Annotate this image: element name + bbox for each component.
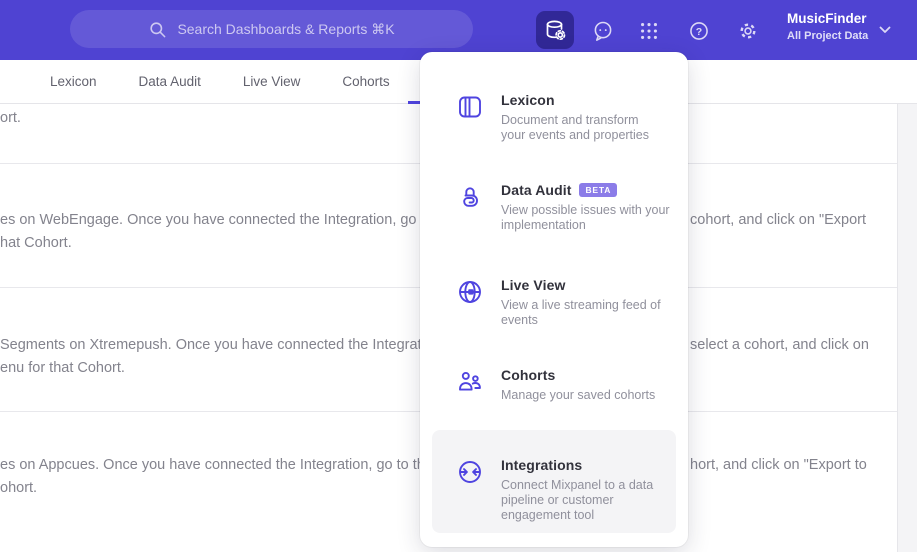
apps-grid-button[interactable] (638, 20, 660, 42)
data-management-icon (546, 20, 566, 41)
menu-item-description: Connect Mixpanel to a data pipeline or c… (501, 478, 654, 522)
row-text: ort. (0, 110, 21, 126)
menu-item-title: Cohorts (501, 367, 556, 383)
top-bar: Search Dashboards & Reports ⌘K ? MusicFi… (0, 0, 917, 60)
menu-item-title: Data Audit (501, 182, 572, 198)
menu-item-description: Document and transform your events and p… (501, 113, 650, 142)
svg-text:?: ? (696, 26, 702, 38)
data-management-button[interactable] (536, 11, 574, 49)
tab-data-audit[interactable]: Data Audit (139, 74, 201, 89)
search-input[interactable]: Search Dashboards & Reports ⌘K (70, 10, 473, 48)
menu-item-integrations[interactable]: Integrations Connect Mixpanel to a data … (420, 457, 688, 523)
menu-item-lexicon[interactable]: Lexicon Document and transform your even… (420, 92, 688, 143)
project-scope: All Project Data (787, 29, 869, 42)
tab-lexicon[interactable]: Lexicon (50, 74, 97, 89)
row-text: Segments on Xtremepush. Once you have co… (0, 337, 445, 376)
row-text: es on WebEngage. Once you have connected… (0, 212, 457, 251)
row-text: es on Appcues. Once you have connected t… (0, 457, 449, 496)
menu-item-description: View possible issues with your implement… (501, 203, 670, 232)
lexicon-book-icon (456, 93, 484, 121)
integrations-sync-icon (456, 458, 484, 486)
menu-item-title: Integrations (501, 457, 583, 473)
tab-live-view[interactable]: Live View (243, 74, 301, 89)
project-name: MusicFinder (787, 11, 867, 26)
menu-item-title: Live View (501, 277, 566, 293)
feedback-button[interactable] (592, 20, 614, 42)
settings-button[interactable] (737, 20, 759, 42)
menu-item-description: View a live streaming feed of events (501, 298, 661, 327)
apps-grid-icon (641, 23, 657, 39)
page-gutter (897, 104, 917, 552)
chevron-down-icon[interactable] (879, 26, 891, 34)
menu-item-data-audit[interactable]: Data Audit BETA View possible issues wit… (420, 182, 688, 233)
cohorts-people-icon (456, 368, 484, 396)
row-text-fragment: select a cohort, and click on (690, 337, 869, 353)
row-text-fragment: cohort, and click on "Export (690, 212, 867, 228)
live-view-globe-icon (456, 278, 484, 306)
project-switcher[interactable]: MusicFinder All Project Data (787, 11, 868, 44)
beta-badge: BETA (579, 183, 618, 197)
menu-item-title: Lexicon (501, 92, 555, 108)
settings-icon (740, 23, 756, 39)
tab-cohorts[interactable]: Cohorts (342, 74, 389, 89)
data-management-dropdown: Lexicon Document and transform your even… (420, 52, 688, 547)
search-placeholder: Search Dashboards & Reports ⌘K (177, 20, 395, 37)
menu-item-live-view[interactable]: Live View View a live streaming feed of … (420, 277, 688, 328)
mixpanel-app-window: Search Dashboards & Reports ⌘K ? MusicFi… (0, 0, 917, 552)
data-audit-lock-icon (456, 183, 484, 211)
menu-item-cohorts[interactable]: Cohorts Manage your saved cohorts (420, 367, 688, 403)
help-icon: ? (690, 22, 708, 40)
feedback-icon (594, 21, 612, 41)
help-button[interactable]: ? (688, 20, 710, 42)
row-text-fragment: hort, and click on "Export to (690, 457, 867, 473)
search-icon (150, 21, 166, 37)
menu-item-description: Manage your saved cohorts (501, 388, 656, 402)
